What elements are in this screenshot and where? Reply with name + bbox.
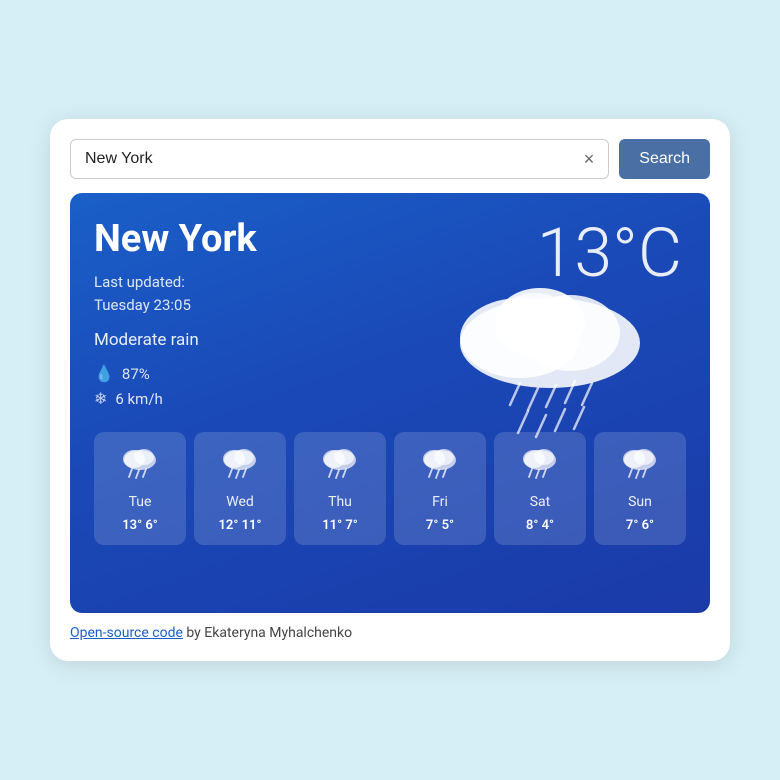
forecast-temp: 13° 6° <box>122 518 158 533</box>
wind-icon: ❄ <box>94 389 107 408</box>
forecast-item: Thu 11° 7° <box>294 432 386 545</box>
weather-card: × Search New York 13°C Last updated: Tue… <box>50 119 730 661</box>
forecast-day: Thu <box>328 494 352 510</box>
forecast-temp: 8° 4° <box>526 518 554 533</box>
forecast-temp: 12° 11° <box>219 518 262 533</box>
forecast-cloud-icon <box>117 444 163 486</box>
wind-value: 6 km/h <box>115 390 162 408</box>
forecast-day: Wed <box>226 494 254 510</box>
forecast-day: Sun <box>628 494 652 510</box>
search-button[interactable]: Search <box>619 139 710 179</box>
forecast-item: Wed 12° 11° <box>194 432 286 545</box>
humidity-icon: 💧 <box>94 364 114 383</box>
cloud-svg <box>420 253 680 453</box>
clear-button[interactable]: × <box>580 150 599 168</box>
forecast-day: Fri <box>432 494 448 510</box>
search-input[interactable] <box>81 140 580 178</box>
forecast-day: Sat <box>530 494 551 510</box>
humidity-value: 87% <box>122 365 150 383</box>
search-input-wrapper: × <box>70 139 609 179</box>
source-code-link[interactable]: Open-source code <box>70 625 183 641</box>
search-row: × Search <box>70 139 710 179</box>
weather-illustration <box>420 253 680 493</box>
footer: Open-source code by Ekateryna Myhalchenk… <box>70 625 710 641</box>
forecast-cloud-icon <box>217 444 263 486</box>
forecast-temp: 11° 7° <box>322 518 358 533</box>
forecast-item: Tue 13° 6° <box>94 432 186 545</box>
footer-suffix: by Ekateryna Myhalchenko <box>183 625 352 641</box>
weather-panel: New York 13°C Last updated: Tuesday 23:0… <box>70 193 710 613</box>
forecast-cloud-icon <box>317 444 363 486</box>
forecast-temp: 7° 6° <box>626 518 654 533</box>
forecast-temp: 7° 5° <box>426 518 454 533</box>
forecast-day: Tue <box>129 494 152 510</box>
